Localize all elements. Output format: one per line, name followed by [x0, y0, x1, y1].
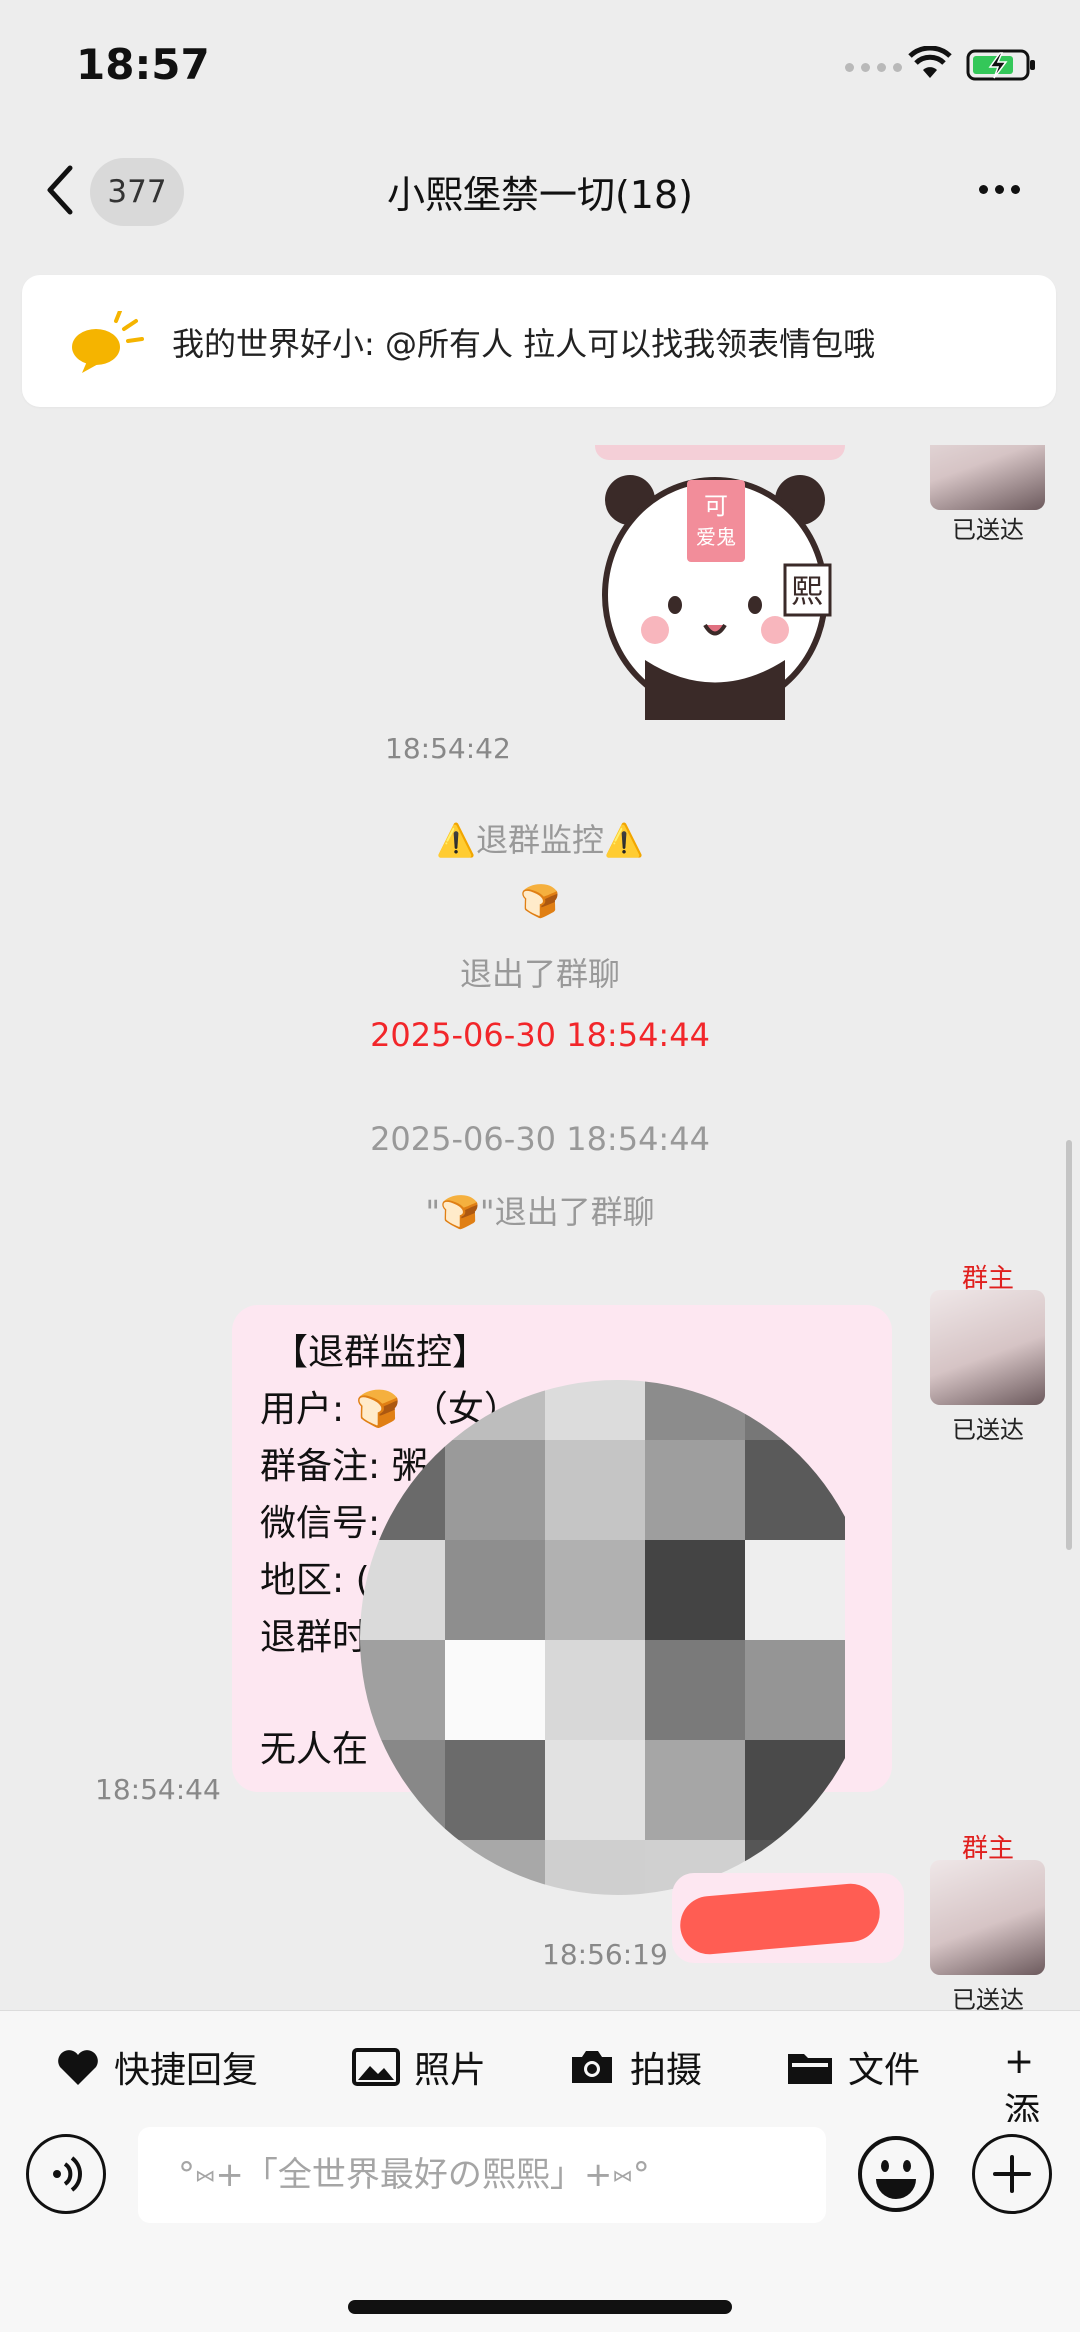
mosaic-cell — [545, 1440, 645, 1540]
home-indicator[interactable] — [348, 2300, 732, 2314]
mosaic-cell — [545, 1740, 645, 1840]
mosaic-cell — [360, 1640, 445, 1740]
group-announcement[interactable]: 我的世界好小: @所有人 拉人可以找我领表情包哦 — [22, 275, 1056, 407]
mosaic-cell — [745, 1540, 845, 1640]
mosaic-cell — [645, 1440, 745, 1540]
avatar[interactable] — [930, 1860, 1045, 1975]
svg-text:熙: 熙 — [791, 572, 823, 610]
voice-button[interactable] — [26, 2134, 106, 2214]
avatar[interactable] — [930, 1290, 1045, 1405]
message-input[interactable]: °⑅+「全世界最好の熙熙」+⑅° — [138, 2127, 826, 2223]
message-time: 18:54:42 — [385, 732, 511, 765]
quick-reply-label: 快捷回复 — [114, 2050, 259, 2091]
quick-reply-button[interactable]: 快捷回复 — [56, 2041, 258, 2093]
camera-label: 拍摄 — [630, 2050, 703, 2091]
mosaic-cell — [645, 1740, 745, 1840]
signal-icon — [845, 63, 902, 72]
chat-title: 小熙堡禁一切(18) — [386, 173, 693, 217]
heart-icon — [58, 2050, 98, 2085]
card-line-leave-time: 退群时 — [260, 1617, 369, 1658]
mosaic-cell — [360, 1840, 445, 1895]
photo-label: 照片 — [414, 2050, 487, 2091]
photo-button[interactable]: 照片 — [352, 2041, 486, 2093]
quick-toolbar: 快捷回复 照片 拍摄 文件 + 添 — [0, 2010, 1080, 2132]
system-red-timestamp: 2025-06-30 18:54:44 — [370, 1016, 710, 1054]
chat-navbar: 377 小熙堡禁一切(18) — [0, 130, 1080, 250]
add-more-label: + 添 — [1004, 2041, 1041, 2132]
mosaic-cell — [445, 1840, 545, 1895]
svg-text:爱鬼: 爱鬼 — [696, 525, 736, 549]
mosaic-cell — [645, 1640, 745, 1740]
image-icon — [352, 2048, 400, 2086]
system-left-text: 退出了群聊 — [459, 955, 620, 993]
panda-sticker[interactable]: 可 爱鬼 熙 — [585, 445, 855, 750]
system-gray-timestamp: 2025-06-30 18:54:44 — [370, 1120, 710, 1158]
announcement-text: 我的世界好小: @所有人 拉人可以找我领表情包哦 — [172, 325, 876, 363]
system-left-quote: "🍞"退出了群聊 — [425, 1193, 655, 1231]
message-time: 18:56:19 — [542, 1938, 668, 1971]
mosaic-cell — [360, 1740, 445, 1840]
mosaic-cell — [545, 1640, 645, 1740]
delivered-label: 已送达 — [952, 1986, 1024, 2010]
add-more-button[interactable]: + 添 — [1004, 2041, 1080, 2134]
card-title: 【退群监控】 — [272, 1332, 489, 1373]
mosaic-cell — [745, 1640, 845, 1740]
mosaic-cell — [545, 1840, 645, 1895]
card-line-nobody: 无人在 — [260, 1729, 369, 1770]
mosaic-cell — [445, 1540, 545, 1640]
delivered-label: 已送达 — [952, 516, 1024, 544]
system-bread-emoji: 🍞 — [520, 882, 560, 920]
mosaic-cell — [645, 1380, 745, 1440]
system-monitor-title: ⚠️退群监控⚠️ — [436, 821, 644, 859]
battery-icon — [966, 49, 1035, 81]
mosaic-cell — [445, 1640, 545, 1740]
delivered-label: 已送达 — [952, 1416, 1024, 1444]
mosaic-cell — [745, 1740, 845, 1840]
wifi-icon — [908, 46, 952, 78]
mosaic-cell — [745, 1440, 845, 1540]
status-bar: 18:57 — [0, 0, 1080, 130]
mosaic-overlay — [360, 1380, 875, 1895]
mosaic-cell — [645, 1540, 745, 1640]
mosaic-cell — [545, 1380, 645, 1440]
camera-icon — [572, 2051, 612, 2083]
mosaic-cell — [360, 1440, 445, 1540]
folder-icon — [788, 2054, 832, 2084]
mosaic-cell — [360, 1380, 445, 1440]
megaphone-icon — [72, 311, 144, 373]
mosaic-cell — [445, 1440, 545, 1540]
status-time: 18:57 — [76, 40, 210, 89]
card-line-region: 地区: ( — [260, 1560, 370, 1601]
mosaic-cell — [445, 1380, 545, 1440]
mosaic-cell — [445, 1740, 545, 1840]
file-label: 文件 — [848, 2050, 921, 2091]
camera-button[interactable]: 拍摄 — [568, 2041, 702, 2093]
more-options-icon[interactable] — [979, 185, 1020, 194]
message-time: 18:54:44 — [95, 1773, 221, 1806]
mosaic-cell — [545, 1540, 645, 1640]
mosaic-cell — [360, 1540, 445, 1640]
plus-icon — [993, 2155, 1031, 2193]
scrollbar[interactable] — [1066, 1140, 1072, 1550]
chat-messages[interactable]: 已送达 可 爱鬼 熙 18:54:42 ⚠️退群监控⚠️ 🍞 退出了群聊 202… — [0, 445, 1080, 2010]
mosaic-cell — [745, 1380, 845, 1440]
voice-icon — [53, 2156, 82, 2192]
emoji-icon[interactable] — [856, 2134, 936, 2214]
avatar[interactable] — [930, 445, 1045, 510]
file-button[interactable]: 文件 — [786, 2041, 920, 2093]
plus-button[interactable] — [972, 2134, 1052, 2214]
svg-text:可: 可 — [704, 492, 728, 520]
